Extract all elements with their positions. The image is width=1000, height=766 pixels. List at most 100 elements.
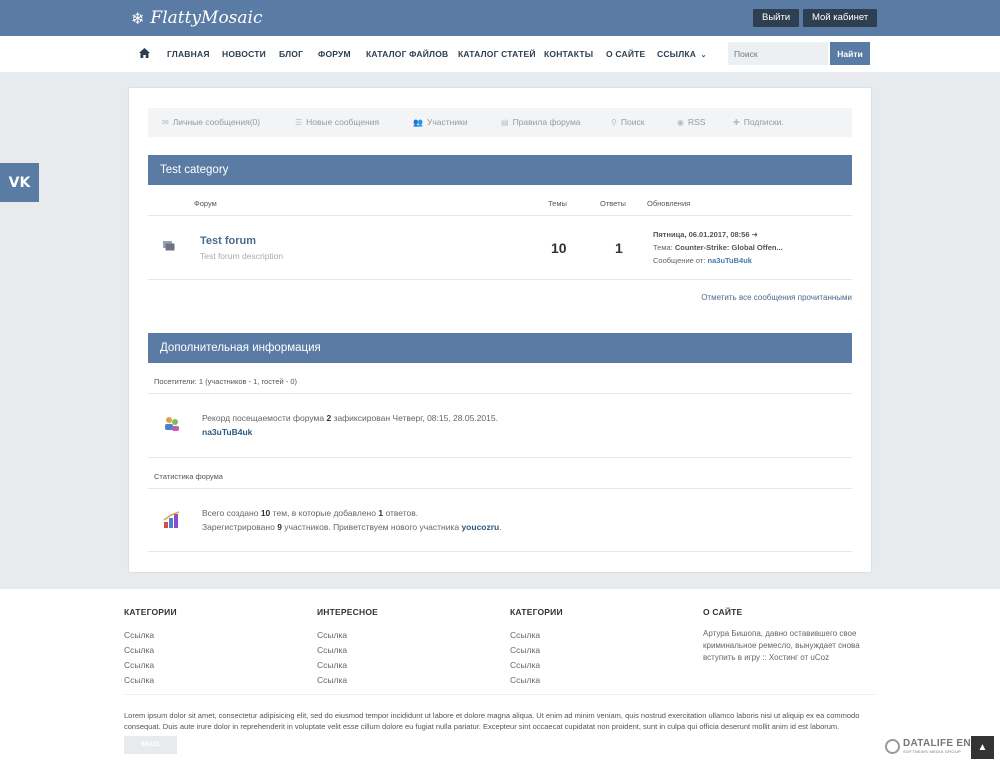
arrow-up-icon: ▲	[977, 742, 988, 753]
forum-menu-messages[interactable]: ✉ Личные сообщения(0)	[162, 117, 260, 127]
nav-item-articles[interactable]: Каталог статей	[458, 49, 536, 59]
category-header[interactable]: Test category	[148, 155, 852, 185]
search-button[interactable]: Найти	[830, 42, 870, 65]
footer-link[interactable]: Ссылка	[317, 673, 378, 688]
site-logo[interactable]: ❄ FlattyMosaic	[131, 8, 263, 28]
forum-menu-subscriptions[interactable]: ✚ Подписки.	[733, 117, 784, 127]
footer-link[interactable]: Ссылка	[317, 658, 378, 673]
info-header: Дополнительная информация	[148, 333, 852, 363]
nav-item-home[interactable]: Главная	[167, 49, 210, 59]
datalife-logo[interactable]: DATALIFE ENG SOFTNEWS MEDIA GROUP	[885, 738, 979, 754]
snowflake-icon: ❄	[131, 8, 145, 28]
stats-topics: 10	[260, 508, 271, 518]
footer-link[interactable]: Ссылка	[317, 628, 378, 643]
footer-col-about: О сайте Артура Бишопа, давно оставившего…	[703, 607, 873, 664]
dle-subtitle: SOFTNEWS MEDIA GROUP	[903, 749, 962, 754]
topic-link[interactable]: Counter-Strike: Global Offen...	[675, 243, 783, 252]
arrow-left-icon: ➜	[751, 230, 758, 239]
forum-menu-search[interactable]: ⚲ Поиск	[611, 117, 644, 127]
footer-link[interactable]: Ссылка	[124, 658, 177, 673]
forum-menu-new[interactable]: ☰ Новые сообщения	[295, 117, 379, 127]
nav-item-link[interactable]: Ссылка ⌄	[657, 49, 707, 59]
dle-logo-icon	[885, 738, 900, 754]
footer-link[interactable]: Ссылка	[124, 628, 177, 643]
forum-menu-label: Личные сообщения(0)	[172, 117, 261, 127]
banner-88x31[interactable]: 88X31	[124, 736, 177, 754]
topic-label: Тема:	[653, 243, 673, 252]
forum-menu-members[interactable]: 👥 Участники	[413, 117, 468, 127]
footer-link[interactable]: Ссылка	[510, 673, 563, 688]
stats-text: .	[499, 522, 502, 532]
stats-text: Зарегистрировано	[202, 522, 275, 532]
stats-text: ответов.	[385, 508, 419, 518]
footer-link[interactable]: Ссылка	[510, 643, 563, 658]
nav-item-forum[interactable]: Форум	[318, 49, 351, 59]
search-icon: ⚲	[611, 117, 617, 127]
footer-link[interactable]: Ссылка	[124, 643, 177, 658]
nav-item-contacts[interactable]: Контакты	[544, 49, 593, 59]
column-replies: Ответы	[600, 199, 626, 208]
footer-link[interactable]: Ссылка	[317, 643, 378, 658]
list-icon: ☰	[295, 117, 303, 127]
record-prefix: Рекорд посещаемости форума	[202, 413, 325, 423]
vk-share-button[interactable]: VK	[0, 163, 39, 202]
footer: Категории Ссылка Ссылка Ссылка Ссылка Ин…	[0, 589, 1000, 766]
footer-col-title: О сайте	[703, 607, 743, 617]
footer-col-interesting: Интересное Ссылка Ссылка Ссылка Ссылка	[317, 607, 378, 688]
home-icon[interactable]	[139, 48, 150, 58]
forum-replies-count: 1	[615, 240, 623, 256]
record-suffix: зафиксирован Четверг, 08:15, 28.05.2015.	[333, 413, 498, 423]
forum-menu-label: Подписки.	[743, 117, 784, 127]
document-icon: ▤	[501, 117, 509, 127]
mark-all-read-link[interactable]: Отметить все сообщения прочитанными	[701, 293, 852, 302]
nav-item-news[interactable]: Новости	[222, 49, 266, 59]
footer-divider	[124, 694, 876, 695]
visitors-info: Посетители: 1 (участников - 1, гостей - …	[154, 377, 298, 386]
last-post-date-text: Пятница, 06.01.2017, 08:56	[653, 230, 750, 239]
footer-link[interactable]: Ссылка	[124, 673, 177, 688]
footer-about-text: Артура Бишопа, давно оставившего свое кр…	[703, 629, 860, 662]
column-updates: Обновления	[647, 199, 691, 208]
footer-link[interactable]: Ссылка	[510, 658, 563, 673]
footer-link[interactable]: Ссылка	[510, 628, 563, 643]
scroll-top-button[interactable]: ▲	[971, 736, 994, 759]
divider	[148, 488, 852, 489]
forum-topics-count: 10	[551, 240, 567, 256]
forum-menu-label: Участники	[426, 117, 468, 127]
footer-col-categories-2: Категории Ссылка Ссылка Ссылка Ссылка	[510, 607, 563, 688]
last-post-topic: Тема: Counter-Strike: Global Offen...	[653, 243, 783, 252]
footer-col-categories: Категории Ссылка Ссылка Ссылка Ссылка	[124, 607, 177, 688]
column-forum: Форум	[194, 199, 217, 208]
divider	[148, 551, 852, 552]
divider	[148, 215, 852, 216]
nav-item-files[interactable]: Каталог файлов	[366, 49, 448, 59]
forum-menu-label: RSS	[687, 117, 706, 127]
forum-title-link[interactable]: Test forum	[200, 235, 256, 247]
stats-text: Всего создано	[202, 508, 259, 518]
nav-item-blog[interactable]: Блог	[279, 49, 303, 59]
forum-menu-rss[interactable]: ◉ RSS	[677, 117, 705, 127]
author-label: Сообщение от:	[653, 256, 706, 265]
record-user-link[interactable]: na3uTuB4uk	[202, 427, 252, 437]
forum-menu-label: Поиск	[620, 117, 645, 127]
author-link[interactable]: na3uTuB4uk	[708, 256, 752, 265]
forum-menu-label: Правила форума	[512, 117, 581, 127]
chevron-down-icon: ⌄	[700, 52, 707, 59]
stats-replies: 1	[378, 508, 384, 518]
nav-item-about[interactable]: О сайте	[606, 49, 645, 59]
new-user-link[interactable]: youcozru	[461, 522, 499, 532]
forum-menu-rules[interactable]: ▤ Правила форума	[501, 117, 581, 127]
last-post-date[interactable]: Пятница, 06.01.2017, 08:56 ➜	[653, 230, 758, 239]
envelope-icon: ✉	[162, 117, 169, 127]
record-count: 2	[326, 413, 332, 423]
last-post-author: Сообщение от: na3uTuB4uk	[653, 256, 752, 265]
cabinet-button[interactable]: Мой кабинет	[803, 9, 878, 27]
stats-label: Статистика форума	[154, 472, 223, 481]
plus-icon: ✚	[733, 117, 740, 127]
users-icon: 👥	[413, 117, 423, 127]
stats-icon	[163, 511, 180, 528]
logout-button[interactable]: Выйти	[753, 9, 800, 27]
vk-icon: VK	[8, 174, 31, 191]
footer-lorem: Lorem ipsum dolor sit amet, consectetur …	[124, 711, 860, 731]
search-input[interactable]	[728, 42, 828, 65]
